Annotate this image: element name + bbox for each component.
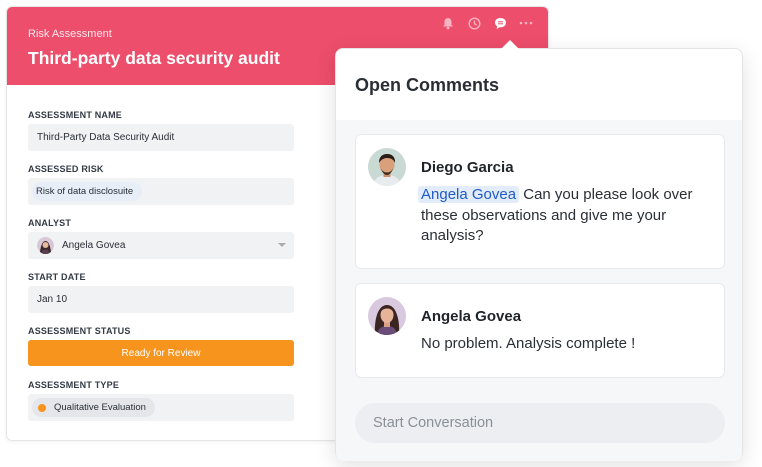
- chevron-down-icon[interactable]: [278, 243, 286, 247]
- field-label: ASSESSMENT NAME: [28, 110, 123, 120]
- field-label: START DATE: [28, 272, 86, 282]
- start-conversation-input[interactable]: [355, 403, 725, 443]
- field-label: ASSESSED RISK: [28, 164, 104, 174]
- assessment-name-input[interactable]: Third-Party Data Security Audit: [28, 124, 294, 151]
- field-start-date: START DATE Jan 10: [28, 269, 294, 323]
- form-fields: ASSESSMENT NAME Third-Party Data Securit…: [28, 107, 294, 431]
- assessed-risk-input[interactable]: Risk of data disclosuite: [28, 178, 294, 205]
- comments-panel: Open Comments Diego Garcia Angela Govea …: [335, 40, 743, 461]
- start-date-input[interactable]: Jan 10: [28, 286, 294, 313]
- more-icon[interactable]: [518, 15, 534, 31]
- field-assessment-name: ASSESSMENT NAME Third-Party Data Securit…: [28, 107, 294, 161]
- header-toolbar: [440, 15, 534, 31]
- assessment-name-value: Third-Party Data Security Audit: [37, 132, 175, 143]
- status-dot-icon: [38, 403, 46, 412]
- comment-author: Angela Govea: [421, 308, 522, 325]
- risk-tag: Risk of data disclosuite: [32, 182, 143, 201]
- comment-text: Angela Govea Can you please look over th…: [418, 185, 716, 247]
- field-assessed-risk: ASSESSED RISK Risk of data disclosuite: [28, 161, 294, 215]
- clock-icon[interactable]: [466, 15, 482, 31]
- field-label: ASSESSMENT TYPE: [28, 380, 120, 390]
- header-label: Risk Assessment: [28, 28, 112, 40]
- type-value: Qualitative Evaluation: [54, 402, 146, 413]
- comment-icon[interactable]: [492, 15, 508, 31]
- comment-card: Diego Garcia Angela Govea Can you please…: [355, 134, 725, 269]
- avatar: [37, 237, 54, 254]
- panel-title: Open Comments: [355, 75, 500, 95]
- assessment-type-input[interactable]: Qualitative Evaluation: [28, 394, 294, 421]
- field-label: ANALYST: [28, 218, 72, 228]
- analyst-value: Angela Govea: [62, 240, 126, 251]
- comments-list: Diego Garcia Angela Govea Can you please…: [336, 120, 742, 461]
- avatar: [368, 297, 406, 335]
- start-date-value: Jan 10: [37, 294, 68, 305]
- popover-pointer: [501, 40, 519, 49]
- comment-card: Angela Govea No problem. Analysis comple…: [355, 283, 725, 378]
- comment-body: No problem. Analysis complete !: [421, 335, 636, 352]
- analyst-select[interactable]: Angela Govea: [28, 232, 294, 259]
- avatar: [368, 148, 406, 186]
- field-label: ASSESSMENT STATUS: [28, 326, 131, 336]
- field-analyst: ANALYST Angela Govea: [28, 215, 294, 269]
- type-tag: Qualitative Evaluation: [32, 398, 155, 417]
- user-mention[interactable]: Angela Govea: [418, 186, 520, 203]
- comment-author: Diego Garcia: [421, 159, 514, 176]
- bell-icon[interactable]: [440, 15, 456, 31]
- field-assessment-type: ASSESSMENT TYPE Qualitative Evaluation: [28, 377, 294, 431]
- status-button[interactable]: Ready for Review: [28, 340, 294, 366]
- page-title: Third-party data security audit: [28, 48, 280, 68]
- field-assessment-status: ASSESSMENT STATUS Ready for Review: [28, 323, 294, 377]
